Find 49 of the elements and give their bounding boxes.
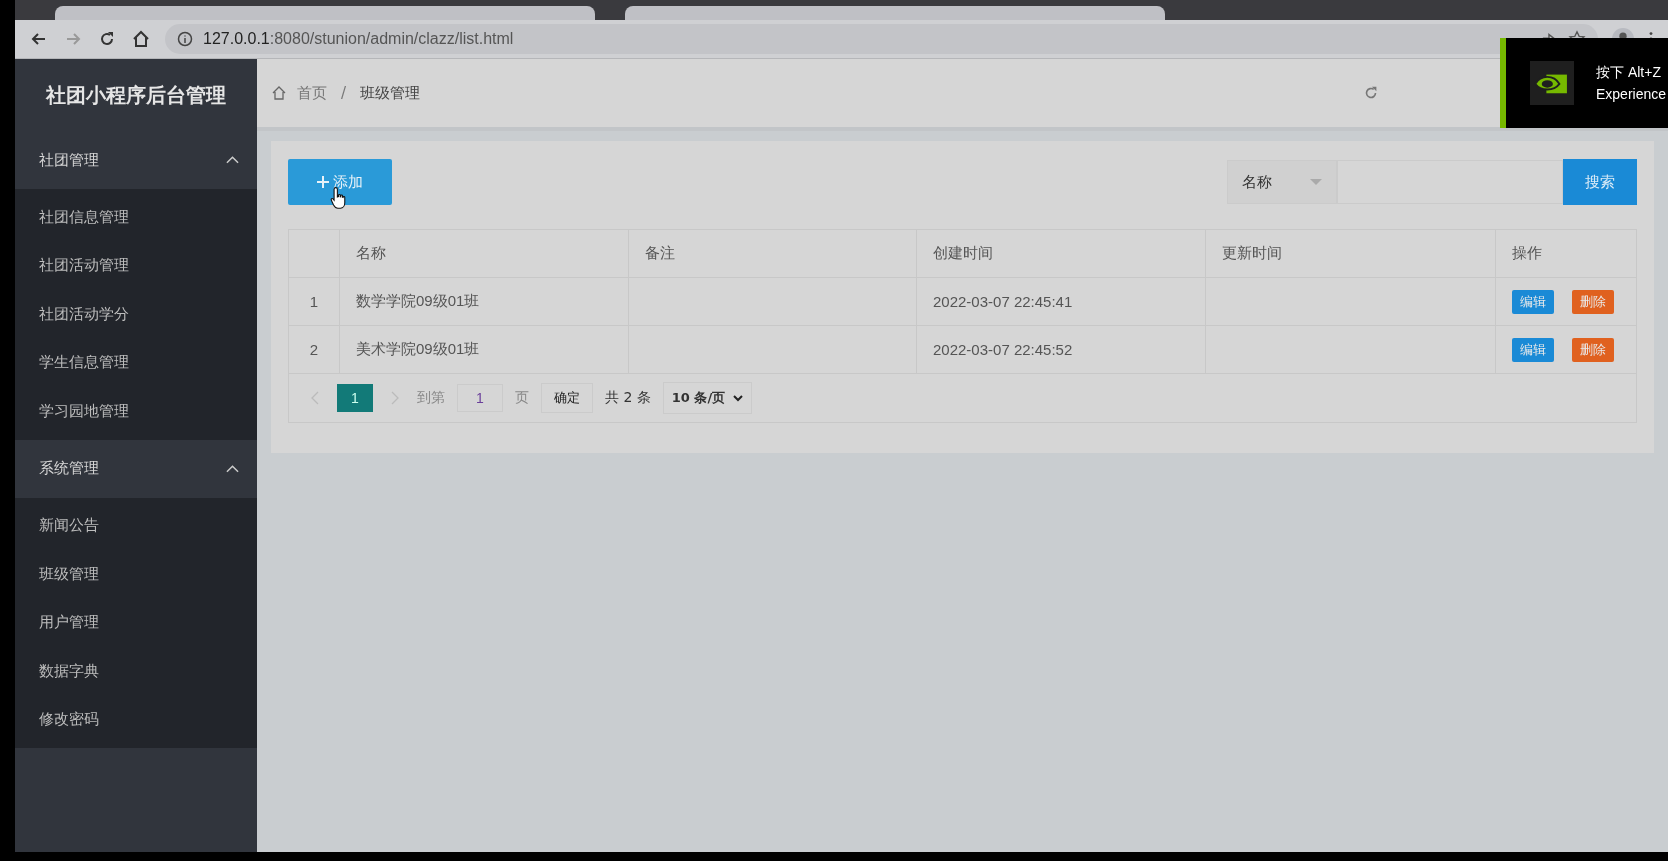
- sidebar-item[interactable]: 数据字典: [15, 647, 257, 696]
- chevron-icon: [733, 394, 744, 402]
- search-field[interactable]: [1337, 160, 1563, 204]
- sidebar-item[interactable]: 新闻公告: [15, 501, 257, 550]
- browser-tab[interactable]: [625, 6, 1165, 20]
- sidebar-item[interactable]: 学习园地管理: [15, 387, 257, 436]
- confirm-button[interactable]: 确定: [541, 383, 593, 413]
- home-icon[interactable]: [271, 85, 287, 101]
- page-size-select[interactable]: 10 条/页: [662, 382, 753, 414]
- goto-label: 到第: [417, 389, 445, 407]
- column-header: 操作: [1511, 243, 1543, 263]
- row-number: 1: [289, 278, 340, 325]
- sidebar-item[interactable]: 班级管理: [15, 550, 257, 599]
- url-text: 127.0.0.1:8080/stunion/admin/clazz/list.html: [203, 30, 514, 48]
- table-cell: 2022-03-07 22:45:41: [917, 278, 1206, 325]
- notification-text: 按下 Alt+Z: [1596, 64, 1662, 82]
- table-cell: 2022-03-07 22:45:52: [917, 326, 1206, 373]
- column-header: 备注: [629, 230, 917, 277]
- sidebar-item[interactable]: 社团活动学分: [15, 290, 257, 339]
- breadcrumb-separator: /: [340, 84, 348, 102]
- notification-text: Experience: [1596, 86, 1667, 102]
- previous-page-icon[interactable]: [311, 391, 319, 405]
- page-number[interactable]: 1: [337, 384, 373, 412]
- sidebar-item[interactable]: 社团信息管理: [15, 193, 257, 242]
- column-header: 更新时间: [1206, 230, 1496, 277]
- eye-logo-icon: [1530, 61, 1574, 105]
- app-title: 社团小程序后台管理: [45, 81, 227, 109]
- sidebar-item[interactable]: 修改密码: [15, 695, 257, 744]
- total-count: 共 2 条: [605, 389, 651, 407]
- home-icon[interactable]: [131, 29, 151, 49]
- search-field-select[interactable]: 名称: [1227, 160, 1337, 204]
- address-bar[interactable]: 127.0.0.1:8080/stunion/admin/clazz/list.html: [165, 24, 1598, 54]
- browser-tab[interactable]: [55, 6, 595, 20]
- info-icon: [177, 31, 193, 47]
- table-cell: 数学学院09级01班: [340, 278, 629, 325]
- sidebar-item[interactable]: 用户管理: [15, 598, 257, 647]
- row-number: 2: [289, 326, 340, 373]
- column-header: 创建时间: [917, 230, 1206, 277]
- next-page-icon[interactable]: [391, 391, 399, 405]
- chevron-icon: [226, 156, 239, 164]
- chevron-icon: [226, 464, 239, 473]
- page-unit-label: 页: [515, 389, 529, 407]
- caret-icon: [1310, 179, 1322, 185]
- page-input[interactable]: 1: [457, 384, 503, 412]
- plus-icon: [317, 176, 329, 188]
- sidebar-item[interactable]: 学生信息管理: [15, 338, 257, 387]
- table-cell: 美术学院09级01班: [340, 326, 629, 373]
- column-header: 名称: [340, 230, 629, 277]
- sidebar-item[interactable]: 社团活动管理: [15, 241, 257, 290]
